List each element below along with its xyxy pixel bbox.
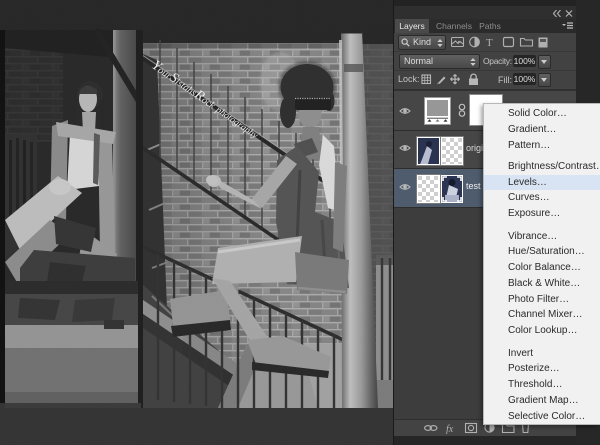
svg-text:fx: fx bbox=[446, 424, 454, 434]
svg-text:T: T bbox=[486, 37, 493, 48]
